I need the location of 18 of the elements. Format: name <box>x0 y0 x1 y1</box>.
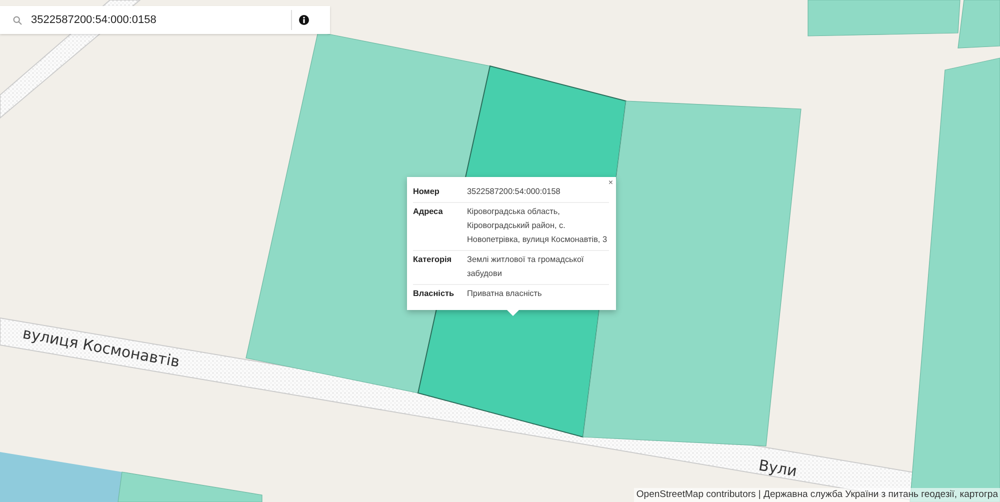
field-value: Землі житлової та громадської забудови <box>467 255 584 278</box>
search-icon <box>13 16 22 24</box>
field-value: Приватна власність <box>467 289 542 298</box>
info-icon <box>299 15 309 25</box>
field-value: Кіровоградська область, Кіровоградський район, с. Новопетрівка, вулиця Космонавтів, 3 <box>467 207 608 244</box>
close-button[interactable]: × <box>608 179 613 187</box>
land-parcel[interactable] <box>118 472 262 502</box>
search-field[interactable]: 3522587200:54:000:0158 <box>0 6 330 34</box>
street-label: Вули <box>757 456 798 480</box>
field-label: Власність <box>413 289 454 298</box>
info-button[interactable] <box>298 13 310 27</box>
land-parcel[interactable] <box>958 0 1000 48</box>
field-value: 3522587200:54:000:0158 <box>467 187 560 196</box>
field-label: Номер <box>413 187 440 196</box>
field-label: Категорія <box>413 255 452 264</box>
attribution-text: OpenStreetMap contributors | Державна служба України з питань геодезії, картогра <box>634 488 1000 502</box>
popup-pointer <box>507 310 519 316</box>
field-label: Адреса <box>413 207 443 216</box>
